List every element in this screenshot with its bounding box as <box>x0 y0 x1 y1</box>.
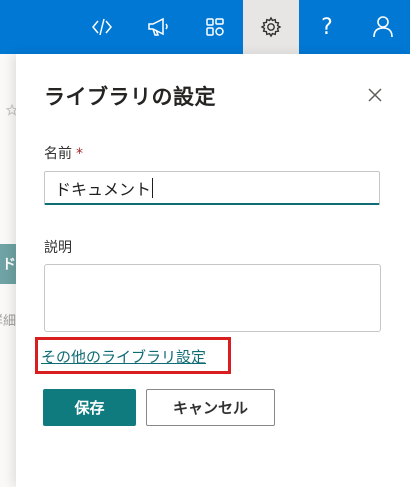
required-mark: * <box>76 146 83 162</box>
suite-bar: ? <box>0 0 410 54</box>
background-badge-text: ド <box>2 257 16 273</box>
save-button-label: 保存 <box>74 399 105 417</box>
description-label: 説明 <box>44 240 72 256</box>
close-icon <box>368 88 382 102</box>
background-badge: ド <box>0 244 16 284</box>
name-field-value: ドキュメント <box>55 179 152 199</box>
apps-icon[interactable] <box>187 0 243 54</box>
help-glyph: ? <box>321 14 333 40</box>
cancel-button-label: キャンセル <box>172 399 248 417</box>
save-button[interactable]: 保存 <box>43 389 136 426</box>
background-snippet: 詳細 <box>0 314 16 329</box>
library-settings-panel: ライブラリの設定 名前 * ドキュメント 説明 その他のライブラリ設定 保存 キャ… <box>16 54 410 487</box>
description-field[interactable] <box>44 264 381 332</box>
name-label: 名前 * <box>44 143 83 163</box>
gear-icon[interactable] <box>243 0 299 54</box>
text-caret <box>152 177 154 198</box>
cancel-button[interactable]: キャンセル <box>146 389 275 426</box>
background-page: ド 詳細 <box>0 54 18 487</box>
panel-title: ライブラリの設定 <box>44 85 216 109</box>
name-label-text: 名前 <box>44 146 72 162</box>
name-field[interactable]: ドキュメント <box>44 171 380 205</box>
help-icon[interactable]: ? <box>299 0 355 54</box>
code-icon[interactable] <box>74 0 130 54</box>
megaphone-icon[interactable] <box>130 0 186 54</box>
close-button[interactable] <box>364 84 386 106</box>
person-icon[interactable] <box>355 0 410 54</box>
more-library-settings-link[interactable]: その他のライブラリ設定 <box>41 346 206 367</box>
